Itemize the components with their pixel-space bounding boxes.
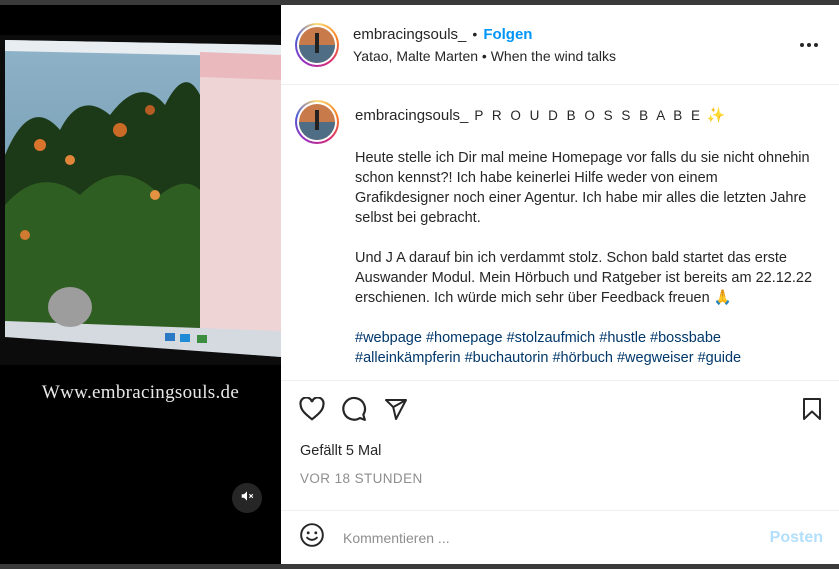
speaker-muted-icon (240, 489, 254, 508)
avatar[interactable] (295, 22, 339, 67)
video-frame (0, 35, 281, 365)
comment-input[interactable] (343, 529, 723, 546)
mute-button[interactable] (232, 483, 262, 513)
share-icon[interactable] (383, 397, 409, 421)
more-horizontal-icon[interactable] (799, 35, 819, 53)
follow-button[interactable]: Folgen (483, 26, 532, 43)
caption-paragraph-2: Und J A darauf bin ich verdammt stolz. S… (355, 250, 813, 306)
sparkles-icon: ✨ (706, 107, 726, 124)
emoji-icon[interactable] (299, 522, 325, 553)
caption-avatar[interactable] (295, 100, 339, 144)
caption-area: embracingsouls_ P R O U D B O S S B A B E… (281, 86, 839, 380)
caption-username[interactable]: embracingsouls_ (355, 107, 468, 124)
heart-icon[interactable] (299, 397, 325, 421)
post-modal: Www.embracingsouls.de embracingsouls_ • … (0, 5, 839, 564)
separator-dot: • (472, 26, 478, 42)
audio-subtitle[interactable]: Yatao, Malte Marten • When the wind talk… (353, 48, 616, 64)
post-video[interactable]: Www.embracingsouls.de (0, 5, 281, 564)
comment-icon[interactable] (341, 396, 367, 422)
caption-hashtags[interactable]: #webpage #homepage #stolzaufmich #hustle… (355, 328, 815, 368)
video-watermark: Www.embracingsouls.de (41, 382, 240, 403)
comment-bar: Posten (281, 510, 839, 564)
caption-tagline: P R O U D B O S S B A B E (474, 108, 703, 123)
caption-paragraph-1: Heute stelle ich Dir mal meine Homepage … (355, 150, 810, 226)
likes-count[interactable]: Gefällt 5 Mal (281, 443, 839, 459)
post-panel: embracingsouls_ • Folgen Yatao, Malte Ma… (281, 5, 839, 564)
action-bar: Gefällt 5 Mal VOR 18 STUNDEN (281, 380, 839, 510)
post-header: embracingsouls_ • Folgen Yatao, Malte Ma… (281, 5, 839, 85)
post-comment-button[interactable]: Posten (770, 529, 823, 547)
post-timestamp[interactable]: VOR 18 STUNDEN (281, 471, 839, 486)
username-link[interactable]: embracingsouls_ (353, 26, 466, 43)
bookmark-icon[interactable] (801, 397, 823, 426)
